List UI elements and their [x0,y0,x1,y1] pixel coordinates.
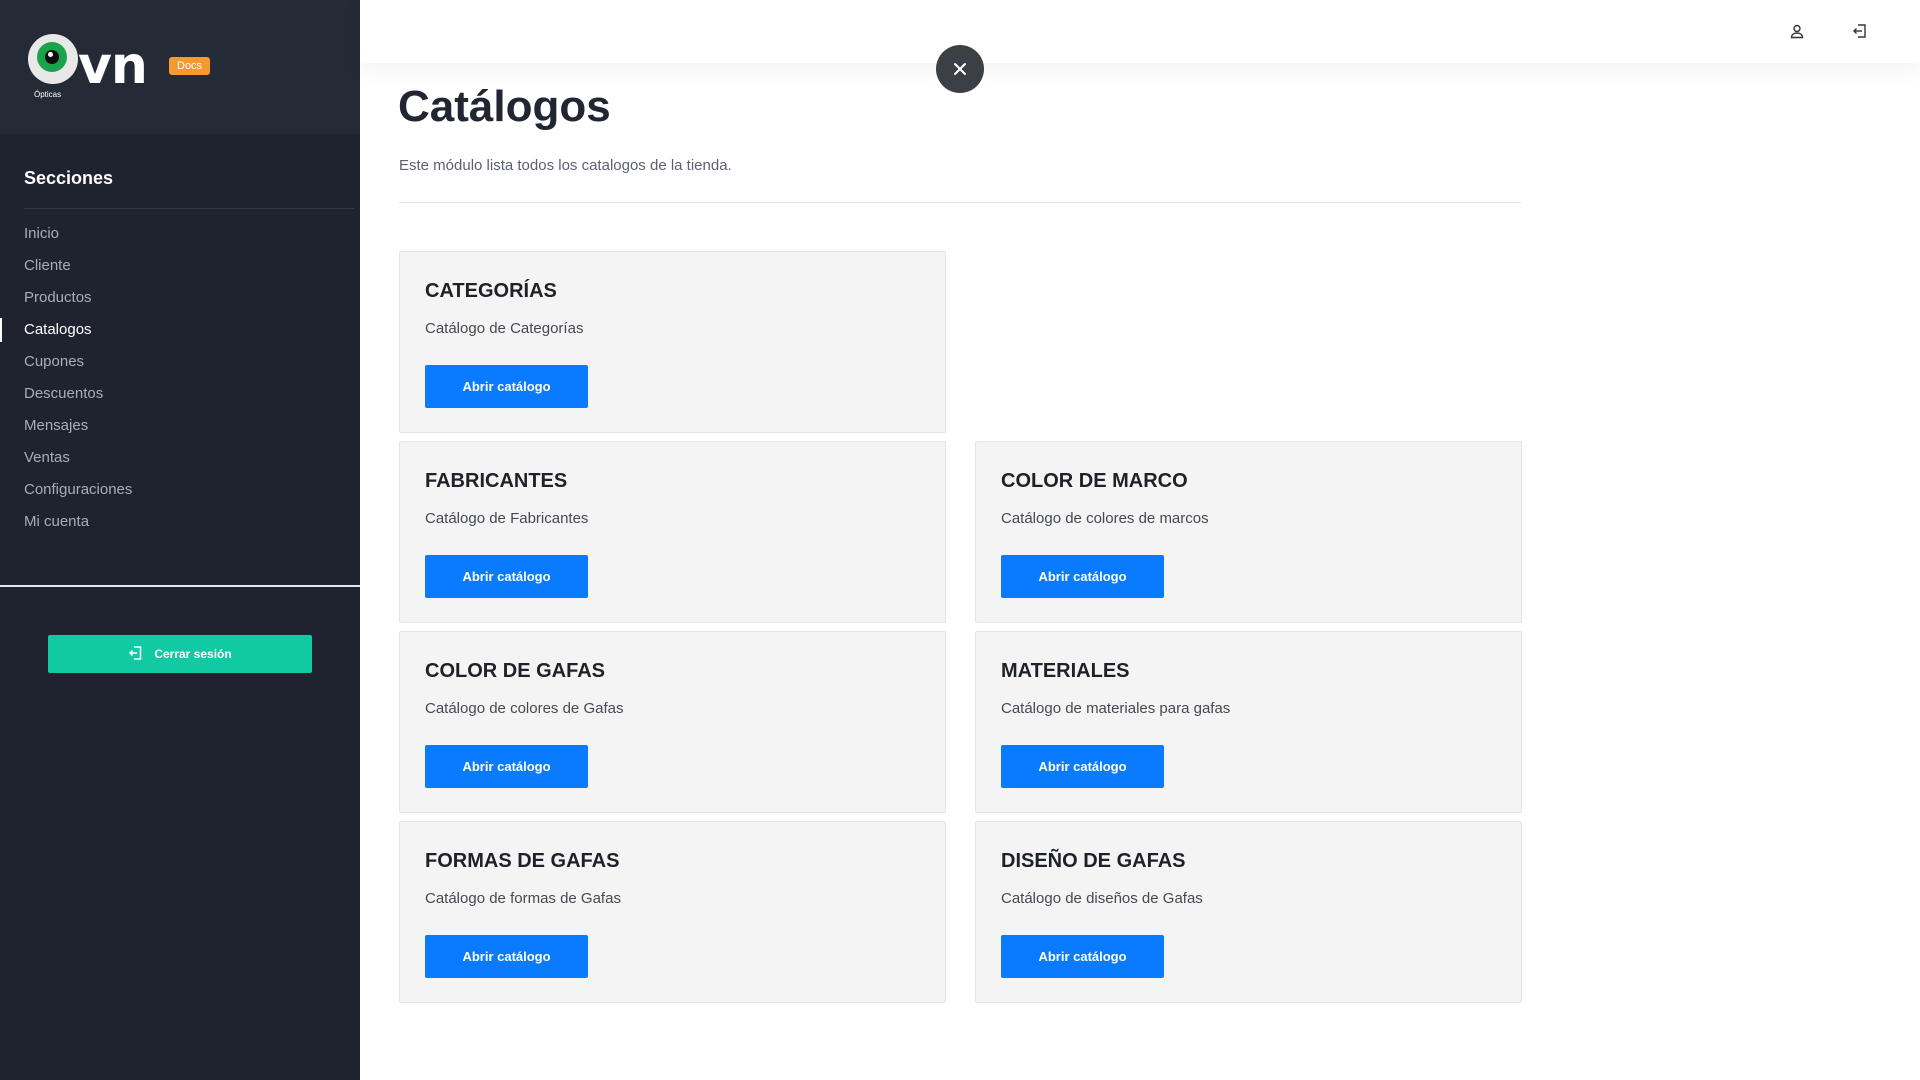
sidebar: vn Ópticas Docs Secciones Inicio Cliente… [0,0,360,1080]
logout-button[interactable]: Cerrar sesión [48,635,312,673]
card-title: DISEÑO DE GAFAS [1001,850,1186,872]
card-description: Catálogo de materiales para gafas [1001,700,1231,717]
catalog-card-color-de-gafas: COLOR DE GAFAS Catálogo de colores de Ga… [399,631,946,813]
card-title: CATEGORÍAS [425,280,557,302]
card-description: Catálogo de Categorías [425,320,584,337]
open-catalog-button[interactable]: Abrir catálogo [425,935,588,978]
card-description: Catálogo de colores de marcos [1001,510,1209,527]
logo-text: vn [78,36,148,96]
sidebar-item-cliente[interactable]: Cliente [0,254,360,286]
catalog-card-color-de-marco: COLOR DE MARCO Catálogo de colores de ma… [975,441,1522,623]
logout-label: Cerrar sesión [154,647,232,661]
sections-divider [24,208,354,209]
catalog-card-formas-de-gafas: FORMAS DE GAFAS Catálogo de formas de Ga… [399,821,946,1003]
sidebar-item-mensajes[interactable]: Mensajes [0,414,360,446]
sidebar-item-inicio[interactable]: Inicio [0,222,360,254]
docs-badge[interactable]: Docs [169,57,211,75]
close-icon[interactable] [936,45,984,93]
sidebar-item-descuentos[interactable]: Descuentos [0,382,360,414]
sidebar-item-productos[interactable]: Productos [0,286,360,318]
open-catalog-button[interactable]: Abrir catálogo [1001,555,1164,598]
open-catalog-button[interactable]: Abrir catálogo [425,365,588,408]
card-title: COLOR DE GAFAS [425,660,606,682]
page-title: Catálogos [398,82,611,131]
sections-heading: Secciones [24,168,114,188]
sidebar-brand-area: vn Ópticas Docs [0,0,360,134]
catalog-card-materiales: MATERIALES Catálogo de materiales para g… [975,631,1522,813]
catalog-card-categorias: CATEGORÍAS Catálogo de Categorías Abrir … [399,251,946,433]
logout-icon[interactable] [1849,20,1871,42]
card-title: FORMAS DE GAFAS [425,850,620,872]
card-title: MATERIALES [1001,660,1130,682]
open-catalog-button[interactable]: Abrir catálogo [1001,745,1164,788]
card-description: Catálogo de colores de Gafas [425,700,624,717]
sidebar-nav: Inicio Cliente Productos Catalogos Cupon… [0,222,360,542]
sidebar-item-cupones[interactable]: Cupones [0,350,360,382]
sidebar-item-mi-cuenta[interactable]: Mi cuenta [0,510,360,542]
logout-icon [128,645,144,664]
page-description: Este módulo lista todos los catalogos de… [399,157,732,174]
card-title: COLOR DE MARCO [1001,470,1188,492]
card-title: FABRICANTES [425,470,568,492]
catalog-card-fabricantes: FABRICANTES Catálogo de Fabricantes Abri… [399,441,946,623]
open-catalog-button[interactable]: Abrir catálogo [425,745,588,788]
sidebar-divider [0,585,360,587]
eye-logo-icon [28,34,78,84]
sidebar-item-catalogos[interactable]: Catalogos [0,318,360,350]
card-description: Catálogo de formas de Gafas [425,890,621,907]
brand-logo[interactable]: vn Ópticas [28,34,148,104]
open-catalog-button[interactable]: Abrir catálogo [425,555,588,598]
header-divider [399,202,1521,203]
card-description: Catálogo de diseños de Gafas [1001,890,1203,907]
sidebar-item-ventas[interactable]: Ventas [0,446,360,478]
card-description: Catálogo de Fabricantes [425,510,589,527]
logo-subtext: Ópticas [34,90,62,99]
topbar [360,0,1920,63]
open-catalog-button[interactable]: Abrir catálogo [1001,935,1164,978]
catalog-card-diseno-de-gafas: DISEÑO DE GAFAS Catálogo de diseños de G… [975,821,1522,1003]
user-icon[interactable] [1786,20,1808,42]
sidebar-item-configuraciones[interactable]: Configuraciones [0,478,360,510]
